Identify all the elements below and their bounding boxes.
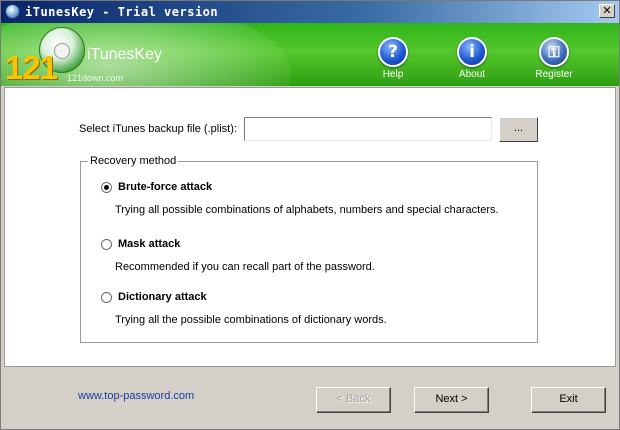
browse-button[interactable]: ... <box>499 117 538 142</box>
option-title[interactable]: Dictionary attack <box>118 291 207 303</box>
app-site: 121down.com <box>67 73 124 83</box>
brute-force-radio[interactable] <box>101 182 112 193</box>
title-bar[interactable]: iTunesKey - Trial version ✕ <box>1 1 619 23</box>
info-icon: i <box>457 37 487 67</box>
recovery-method-group: Recovery method Brute-force attack Tryin… <box>80 155 538 343</box>
close-button[interactable]: ✕ <box>599 4 615 18</box>
logo-number: 121 <box>5 49 58 86</box>
backup-file-input[interactable] <box>244 117 492 141</box>
key-icon: ⚿ <box>539 37 569 67</box>
close-icon: ✕ <box>602 4 612 17</box>
header-banner: 121 iTunesKey 121down.com ? Help i About… <box>1 23 619 86</box>
dictionary-radio[interactable] <box>101 292 112 303</box>
about-label: About <box>458 69 486 80</box>
website-link[interactable]: www.top-password.com <box>78 390 194 402</box>
back-button[interactable]: < Back <box>316 387 391 413</box>
group-legend: Recovery method <box>88 155 179 167</box>
next-button[interactable]: Next > <box>414 387 489 413</box>
option-desc: Recommended if you can recall part of th… <box>115 261 375 273</box>
exit-button[interactable]: Exit <box>531 387 606 413</box>
app-icon <box>5 4 20 19</box>
help-icon: ? <box>378 37 408 67</box>
app-name: iTunesKey <box>87 46 162 63</box>
option-title[interactable]: Mask attack <box>118 238 180 250</box>
register-button[interactable]: ⚿ Register <box>529 37 579 83</box>
help-label: Help <box>382 69 404 80</box>
option-desc: Trying all possible combinations of alph… <box>115 204 499 216</box>
help-button[interactable]: ? Help <box>368 37 418 83</box>
option-desc: Trying all the possible combinations of … <box>115 314 387 326</box>
about-button[interactable]: i About <box>447 37 497 83</box>
window-title: iTunesKey - Trial version <box>25 5 219 19</box>
option-title[interactable]: Brute-force attack <box>118 181 212 193</box>
mask-radio[interactable] <box>101 239 112 250</box>
main-panel: Select iTunes backup file (.plist): ... … <box>4 87 616 367</box>
app-window: iTunesKey - Trial version ✕ 121 iTunesKe… <box>0 0 620 430</box>
register-label: Register <box>535 69 573 80</box>
file-label: Select iTunes backup file (.plist): <box>79 123 237 135</box>
